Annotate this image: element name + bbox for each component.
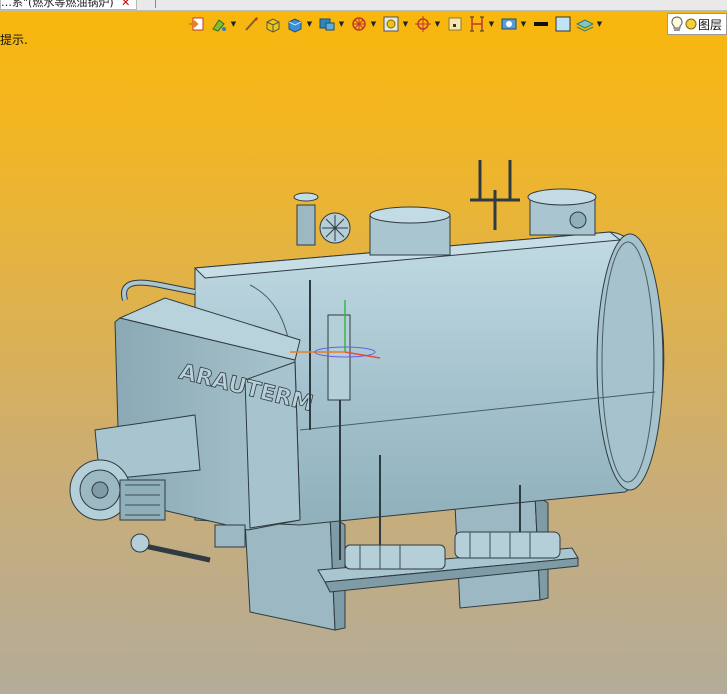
boiler-3d-model[interactable]: ARAUTERM	[0, 0, 727, 694]
